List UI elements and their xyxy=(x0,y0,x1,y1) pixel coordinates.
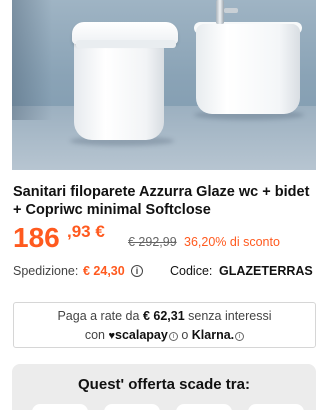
product-title: Sanitari filoparete Azzurra Glaze wc + b… xyxy=(13,184,310,218)
countdown-box xyxy=(176,404,232,410)
offer-title: Quest' offerta scade tra: xyxy=(78,376,250,393)
installments-box: Paga a rate da € 62,31 senza interessi c… xyxy=(13,302,316,348)
countdown-box xyxy=(32,404,88,410)
offer-countdown: Quest' offerta scade tra: xyxy=(12,364,316,410)
scalapay-logo[interactable]: scalapay xyxy=(115,328,168,342)
countdown-box xyxy=(104,404,160,410)
price-decimal: ,93 € xyxy=(67,222,105,241)
shipping-value: € 24,30 xyxy=(83,264,125,278)
installment-amount: € 62,31 xyxy=(142,309,185,323)
wc-toilet xyxy=(74,32,164,140)
countdown-box xyxy=(248,404,304,410)
product-image[interactable] xyxy=(12,0,316,170)
scalapay-info-icon[interactable]: i xyxy=(168,332,178,341)
price-integer: 186 xyxy=(13,222,60,253)
discount-label: 36,20% di sconto xyxy=(184,235,280,249)
bidet xyxy=(196,24,300,114)
installments-line: Paga a rate da € 62,31 senza interessi xyxy=(57,309,272,323)
price-row: 186 ,93 € € 292,99 36,20% di sconto xyxy=(13,222,318,256)
code-label: Codice: xyxy=(170,264,213,278)
shipping-row: Spedizione: € 24,30 i Codice: GLAZETERRA… xyxy=(13,264,318,282)
shipping-info-icon[interactable]: i xyxy=(131,265,143,277)
old-price: € 292,99 xyxy=(128,235,177,249)
klarna-info-icon[interactable]: i xyxy=(235,332,245,341)
code-value: GLAZETERRAS xyxy=(219,264,313,278)
klarna-logo[interactable]: Klarna. xyxy=(192,328,234,342)
tap xyxy=(216,0,224,24)
shipping-label: Spedizione: xyxy=(13,264,79,278)
payment-providers: con ♥scalapay i o Klarna. i xyxy=(14,328,315,342)
